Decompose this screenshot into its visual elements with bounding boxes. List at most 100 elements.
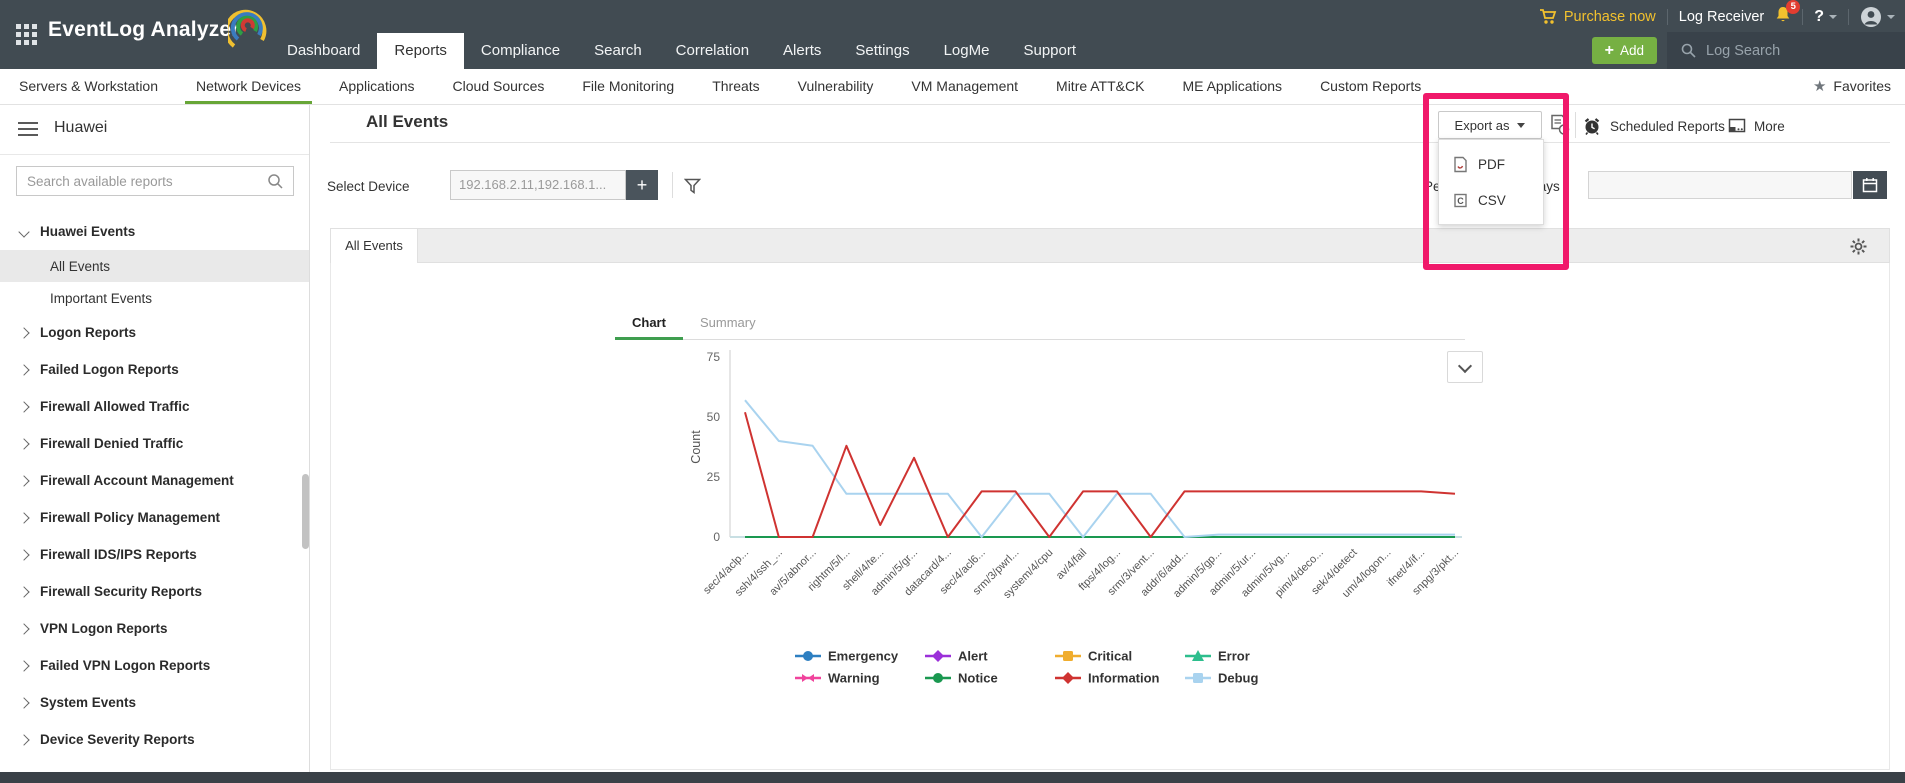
tree-node-firewall-security-reports[interactable]: Firewall Security Reports: [0, 573, 309, 610]
date-range-input[interactable]: [1588, 171, 1852, 199]
export-menu-item-csv[interactable]: CCSV: [1439, 182, 1543, 218]
legend-label: Information: [1088, 671, 1160, 686]
notification-badge: 5: [1786, 0, 1800, 14]
tree-node-label: Firewall Security Reports: [40, 584, 202, 599]
tree-node-label: VPN Logon Reports: [40, 621, 168, 636]
export-menu-item-pdf[interactable]: PDF: [1439, 146, 1543, 182]
legend-item-emergency[interactable]: Emergency: [795, 649, 899, 664]
scheduled-reports-button[interactable]: Scheduled Reports: [1583, 112, 1725, 140]
divider: [1575, 112, 1576, 138]
legend-item-alert[interactable]: Alert: [925, 649, 988, 664]
favorites-label: Favorites: [1833, 69, 1891, 104]
export-menu-item-label: PDF: [1478, 157, 1505, 172]
tree-node-failed-logon-reports[interactable]: Failed Logon Reports: [0, 351, 309, 388]
more-button[interactable]: More: [1728, 112, 1785, 140]
subnav-item-servers-workstation[interactable]: Servers & Workstation: [0, 69, 177, 104]
tree-node-huawei-events[interactable]: Huawei Events: [0, 213, 309, 250]
legend-label: Debug: [1218, 671, 1259, 686]
scheduled-reports-label: Scheduled Reports: [1610, 119, 1725, 134]
footer-bar: [0, 772, 1905, 783]
chevron-right-icon: [18, 401, 29, 412]
tree-node-firewall-policy-management[interactable]: Firewall Policy Management: [0, 499, 309, 536]
legend-item-notice[interactable]: Notice: [925, 671, 998, 686]
legend-label: Emergency: [828, 649, 899, 664]
tree-node-firewall-denied-traffic[interactable]: Firewall Denied Traffic: [0, 425, 309, 462]
app-grid-icon[interactable]: [16, 24, 38, 46]
subnav-item-threats[interactable]: Threats: [693, 69, 778, 104]
gear-icon[interactable]: [1850, 238, 1867, 255]
more-options-icon: [1728, 118, 1746, 134]
chevron-right-icon: [18, 364, 29, 375]
topnav-item-reports[interactable]: Reports: [377, 33, 464, 69]
export-schedule-icon[interactable]: [1550, 114, 1570, 136]
tree-node-failed-vpn-logon-reports[interactable]: Failed VPN Logon Reports: [0, 647, 309, 684]
subnav-item-vm-management[interactable]: VM Management: [892, 69, 1037, 104]
top-bar: EventLog Analyzer DashboardReportsCompli…: [0, 0, 1905, 69]
subnav-item-network-devices[interactable]: Network Devices: [177, 69, 320, 104]
legend-item-debug[interactable]: Debug: [1185, 671, 1259, 686]
subnav-item-applications[interactable]: Applications: [320, 69, 434, 104]
chevron-right-icon: [18, 660, 29, 671]
legend-item-information[interactable]: Information: [1055, 671, 1160, 686]
legend-item-critical[interactable]: Critical: [1055, 649, 1132, 664]
tree-node-logon-reports[interactable]: Logon Reports: [0, 314, 309, 351]
legend-label: Notice: [958, 671, 998, 686]
top-bar-actions: + Add Log Search: [1592, 32, 1905, 69]
tree-node-firewall-ids-ips-reports[interactable]: Firewall IDS/IPS Reports: [0, 536, 309, 573]
tree-node-system-events[interactable]: System Events: [0, 684, 309, 721]
legend-marker: [932, 650, 944, 662]
chevron-right-icon: [18, 475, 29, 486]
topnav-item-alerts[interactable]: Alerts: [766, 33, 838, 69]
topnav-item-settings[interactable]: Settings: [838, 33, 926, 69]
user-menu-button[interactable]: [1860, 6, 1895, 28]
log-search-input[interactable]: Log Search: [1667, 32, 1905, 69]
tree-leaf-all-events[interactable]: All Events: [0, 250, 309, 282]
chevron-right-icon: [18, 438, 29, 449]
topnav-item-logme[interactable]: LogMe: [927, 33, 1007, 69]
legend-item-error[interactable]: Error: [1185, 649, 1250, 664]
subnav-item-me-applications[interactable]: ME Applications: [1163, 69, 1301, 104]
subnav-item-custom-reports[interactable]: Custom Reports: [1301, 69, 1440, 104]
cart-icon: [1539, 9, 1557, 25]
tree-node-label: Logon Reports: [40, 325, 136, 340]
topnav-item-dashboard[interactable]: Dashboard: [270, 33, 377, 69]
topnav-item-correlation[interactable]: Correlation: [659, 33, 766, 69]
csv-file-icon: C: [1453, 192, 1468, 209]
subnav-item-file-monitoring[interactable]: File Monitoring: [563, 69, 693, 104]
tree-node-vpn-logon-reports[interactable]: VPN Logon Reports: [0, 610, 309, 647]
log-receiver-link[interactable]: Log Receiver: [1679, 9, 1764, 25]
help-menu-button[interactable]: ?: [1814, 8, 1837, 26]
purchase-now-label: Purchase now: [1564, 9, 1656, 25]
legend-marker: [802, 674, 814, 682]
topnav-item-support[interactable]: Support: [1006, 33, 1093, 69]
add-button[interactable]: + Add: [1592, 37, 1657, 64]
topnav-item-search[interactable]: Search: [577, 33, 659, 69]
hamburger-menu-icon[interactable]: [18, 122, 38, 140]
topnav-item-compliance[interactable]: Compliance: [464, 33, 577, 69]
export-as-button[interactable]: Export as: [1438, 111, 1542, 139]
sidebar-scrollbar[interactable]: [302, 474, 309, 549]
subnav-item-vulnerability[interactable]: Vulnerability: [779, 69, 893, 104]
chevron-right-icon: [18, 697, 29, 708]
device-input[interactable]: 192.168.2.11,192.168.1...: [450, 170, 626, 200]
tree-leaf-important-events[interactable]: Important Events: [0, 282, 309, 314]
tree-node-firewall-allowed-traffic[interactable]: Firewall Allowed Traffic: [0, 388, 309, 425]
subnav-item-cloud-sources[interactable]: Cloud Sources: [434, 69, 564, 104]
sidebar-search-input[interactable]: Search available reports: [16, 166, 294, 196]
add-device-button[interactable]: +: [626, 170, 658, 200]
tree-node-device-severity-reports[interactable]: Device Severity Reports: [0, 721, 309, 758]
app-logo: EventLog Analyzer: [48, 18, 240, 42]
favorites-button[interactable]: ★ Favorites: [1813, 69, 1891, 104]
y-tick-label: 0: [713, 530, 720, 544]
legend-item-warning[interactable]: Warning: [795, 671, 880, 686]
tree-node-firewall-account-management[interactable]: Firewall Account Management: [0, 462, 309, 499]
subnav-item-mitre-att-ck[interactable]: Mitre ATT&CK: [1037, 69, 1163, 104]
tree-node-label: Device Severity Reports: [40, 732, 195, 747]
alarm-clock-icon: [1583, 117, 1601, 136]
purchase-now-button[interactable]: Purchase now: [1539, 9, 1656, 25]
filter-funnel-icon[interactable]: [684, 178, 701, 194]
notifications-button[interactable]: 5: [1775, 6, 1791, 28]
tab-all-events[interactable]: All Events: [331, 229, 418, 263]
calendar-button[interactable]: [1853, 171, 1887, 199]
top-bar-right: Purchase now Log Receiver 5 ?: [1539, 5, 1895, 29]
